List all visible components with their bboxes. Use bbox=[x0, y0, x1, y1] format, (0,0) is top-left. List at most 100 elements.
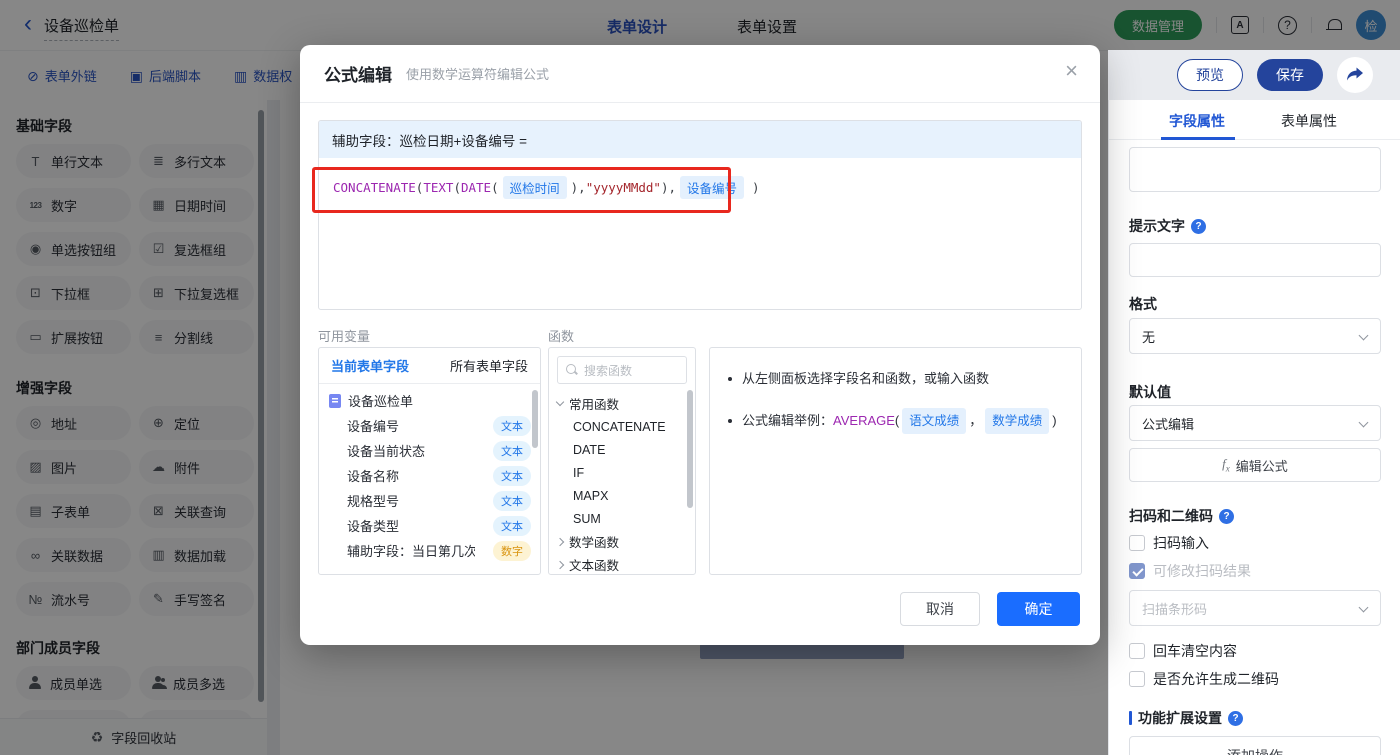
modal-overlay-top bbox=[0, 0, 1400, 50]
formula-paren: ( bbox=[415, 180, 424, 195]
functions-label: 函数 bbox=[548, 329, 575, 344]
type-badge: 数字 bbox=[493, 540, 531, 561]
function-item[interactable]: CONCATENATE bbox=[549, 415, 695, 438]
type-badge: 文本 bbox=[493, 415, 531, 436]
formula-expression[interactable]: CONCATENATE(TEXT(DATE(巡检时间), "yyyyMMdd"),… bbox=[319, 158, 1081, 199]
formula-paren: ( bbox=[491, 180, 499, 195]
close-icon[interactable]: × bbox=[1065, 60, 1078, 82]
example-field-pill: 语文成绩 bbox=[902, 408, 967, 434]
tab-field-properties[interactable]: 字段属性 bbox=[1169, 111, 1225, 131]
default-value-label: 默认值 bbox=[1129, 384, 1171, 400]
chevron-down-icon bbox=[555, 397, 565, 407]
functions-panel: 搜索函数 常用函数 CONCATENATE DATE IF MAPX SUM 数… bbox=[548, 347, 696, 575]
section-accent-bar bbox=[1129, 711, 1132, 725]
formula-edit-modal: 公式编辑 使用数学运算符编辑公式 × 辅助字段：巡检日期+设备编号 = CONC… bbox=[300, 45, 1100, 645]
preview-button[interactable]: 预览 bbox=[1177, 59, 1243, 91]
function-group-text[interactable]: 文本函数 bbox=[549, 553, 695, 574]
tip-line: 从左侧面板选择字段名和函数，或输入函数 bbox=[728, 368, 1063, 390]
formula-string: "yyyyMMdd" bbox=[585, 180, 661, 195]
variable-row[interactable]: 规格型号 文本 bbox=[319, 488, 540, 513]
chevron-down-icon bbox=[1358, 330, 1369, 341]
form-action-bar: 预览 保存 bbox=[1108, 50, 1400, 100]
variables-panel: 当前表单字段 所有表单字段 设备巡检单 设备编号 文本 设备当前状态 文本 设备… bbox=[318, 347, 541, 575]
checkbox-checked[interactable] bbox=[1129, 563, 1145, 579]
functions-scrollbar[interactable] bbox=[687, 390, 693, 508]
type-badge: 文本 bbox=[493, 490, 531, 511]
search-icon bbox=[566, 364, 578, 376]
scan-qrcode-section: 扫码和二维码 ? bbox=[1129, 506, 1234, 526]
variables-tree-root[interactable]: 设备巡检单 bbox=[319, 384, 540, 413]
formula-editor[interactable]: 辅助字段：巡检日期+设备编号 = CONCATENATE(TEXT(DATE(巡… bbox=[318, 120, 1082, 310]
modal-title: 公式编辑 bbox=[324, 66, 392, 85]
allow-qrcode-checkbox[interactable]: 是否允许生成二维码 bbox=[1129, 669, 1279, 689]
formula-comma: , bbox=[578, 180, 586, 195]
formula-function: CONCATENATE bbox=[333, 180, 416, 195]
example-function: AVERAGE bbox=[833, 413, 895, 428]
hint-text-input[interactable] bbox=[1129, 243, 1381, 277]
formula-field-pill[interactable]: 设备编号 bbox=[680, 176, 745, 199]
formula-target-bar: 辅助字段：巡检日期+设备编号 = bbox=[319, 121, 1081, 158]
scan-barcode-select: 扫描条形码 bbox=[1129, 590, 1381, 626]
chevron-right-icon bbox=[555, 537, 565, 546]
formula-paren: ) bbox=[570, 180, 579, 195]
hint-text-label: 提示文字 ? bbox=[1129, 216, 1206, 236]
format-select[interactable]: 无 bbox=[1129, 318, 1381, 354]
formula-paren: ) bbox=[752, 180, 760, 195]
type-badge: 文本 bbox=[493, 515, 531, 536]
variable-row[interactable]: 设备编号 文本 bbox=[319, 413, 540, 438]
share-button[interactable] bbox=[1337, 57, 1373, 93]
function-search-input[interactable]: 搜索函数 bbox=[557, 356, 687, 384]
variable-row[interactable]: 设备类型 文本 bbox=[319, 513, 540, 538]
tab-current-form-fields[interactable]: 当前表单字段 bbox=[331, 356, 409, 375]
formula-paren: ) bbox=[660, 180, 669, 195]
checkbox-unchecked[interactable] bbox=[1129, 671, 1145, 687]
formula-comma: , bbox=[668, 180, 677, 195]
cancel-button[interactable]: 取消 bbox=[900, 592, 980, 626]
variable-row[interactable]: 设备当前状态 文本 bbox=[319, 438, 540, 463]
help-icon[interactable]: ? bbox=[1191, 218, 1206, 234]
checkbox-unchecked[interactable] bbox=[1129, 643, 1145, 659]
formula-field-pill[interactable]: 巡检时间 bbox=[502, 176, 567, 199]
help-icon[interactable]: ? bbox=[1219, 508, 1234, 524]
default-value-select[interactable]: 公式编辑 bbox=[1129, 405, 1381, 441]
function-item[interactable]: DATE bbox=[549, 438, 695, 461]
type-badge: 文本 bbox=[493, 440, 531, 461]
function-group-common[interactable]: 常用函数 bbox=[549, 392, 695, 415]
variable-row[interactable]: 设备名称 文本 bbox=[319, 463, 540, 488]
variables-scrollbar[interactable] bbox=[532, 390, 538, 448]
add-action-button[interactable]: 添加操作 bbox=[1129, 736, 1381, 755]
tab-all-form-fields[interactable]: 所有表单字段 bbox=[450, 356, 528, 375]
function-group-math[interactable]: 数学函数 bbox=[549, 530, 695, 553]
chevron-down-icon bbox=[1358, 417, 1369, 428]
chevron-down-icon bbox=[1358, 602, 1369, 613]
formula-help-panel: 从左侧面板选择字段名和函数，或输入函数 公式编辑举例： AVERAGE ( 语文… bbox=[709, 347, 1082, 575]
share-arrow-icon bbox=[1347, 67, 1363, 81]
edit-formula-button[interactable]: fx 编辑公式 bbox=[1129, 448, 1381, 482]
scan-input-checkbox[interactable]: 扫码输入 bbox=[1129, 533, 1209, 553]
function-item[interactable]: MAPX bbox=[549, 484, 695, 507]
title-input[interactable] bbox=[1129, 147, 1381, 192]
confirm-button[interactable]: 确定 bbox=[997, 592, 1080, 626]
example-field-pill: 数学成绩 bbox=[985, 408, 1050, 434]
bullet-dot bbox=[728, 377, 732, 381]
formula-function: DATE bbox=[460, 180, 492, 195]
fx-icon: fx bbox=[1222, 456, 1230, 474]
help-icon[interactable]: ? bbox=[1228, 710, 1243, 726]
checkbox-unchecked[interactable] bbox=[1129, 535, 1145, 551]
bullet-dot bbox=[728, 419, 732, 423]
chevron-right-icon bbox=[555, 560, 565, 569]
modify-scan-result-checkbox[interactable]: 可修改扫码结果 bbox=[1129, 561, 1251, 581]
enter-clear-checkbox[interactable]: 回车清空内容 bbox=[1129, 641, 1237, 661]
tip-line: 公式编辑举例： AVERAGE ( 语文成绩 ， 数学成绩 ) bbox=[728, 408, 1063, 434]
tab-form-properties[interactable]: 表单属性 bbox=[1281, 111, 1337, 131]
property-panel: 字段属性 表单属性 提示文字 ? 格式 无 默认值 公式编辑 fx 编辑公式 扫… bbox=[1108, 100, 1400, 755]
modal-subtitle: 使用数学运算符编辑公式 bbox=[406, 67, 550, 82]
formula-function: TEXT bbox=[423, 180, 454, 195]
function-item[interactable]: IF bbox=[549, 461, 695, 484]
variable-row[interactable]: 辅助字段：当日第几次... 数字 bbox=[319, 538, 540, 563]
active-tab-indicator bbox=[1161, 137, 1235, 140]
function-item[interactable]: SUM bbox=[549, 507, 695, 530]
save-button[interactable]: 保存 bbox=[1257, 59, 1323, 91]
variables-label: 可用变量 bbox=[318, 329, 371, 344]
formula-paren: ( bbox=[453, 180, 461, 195]
